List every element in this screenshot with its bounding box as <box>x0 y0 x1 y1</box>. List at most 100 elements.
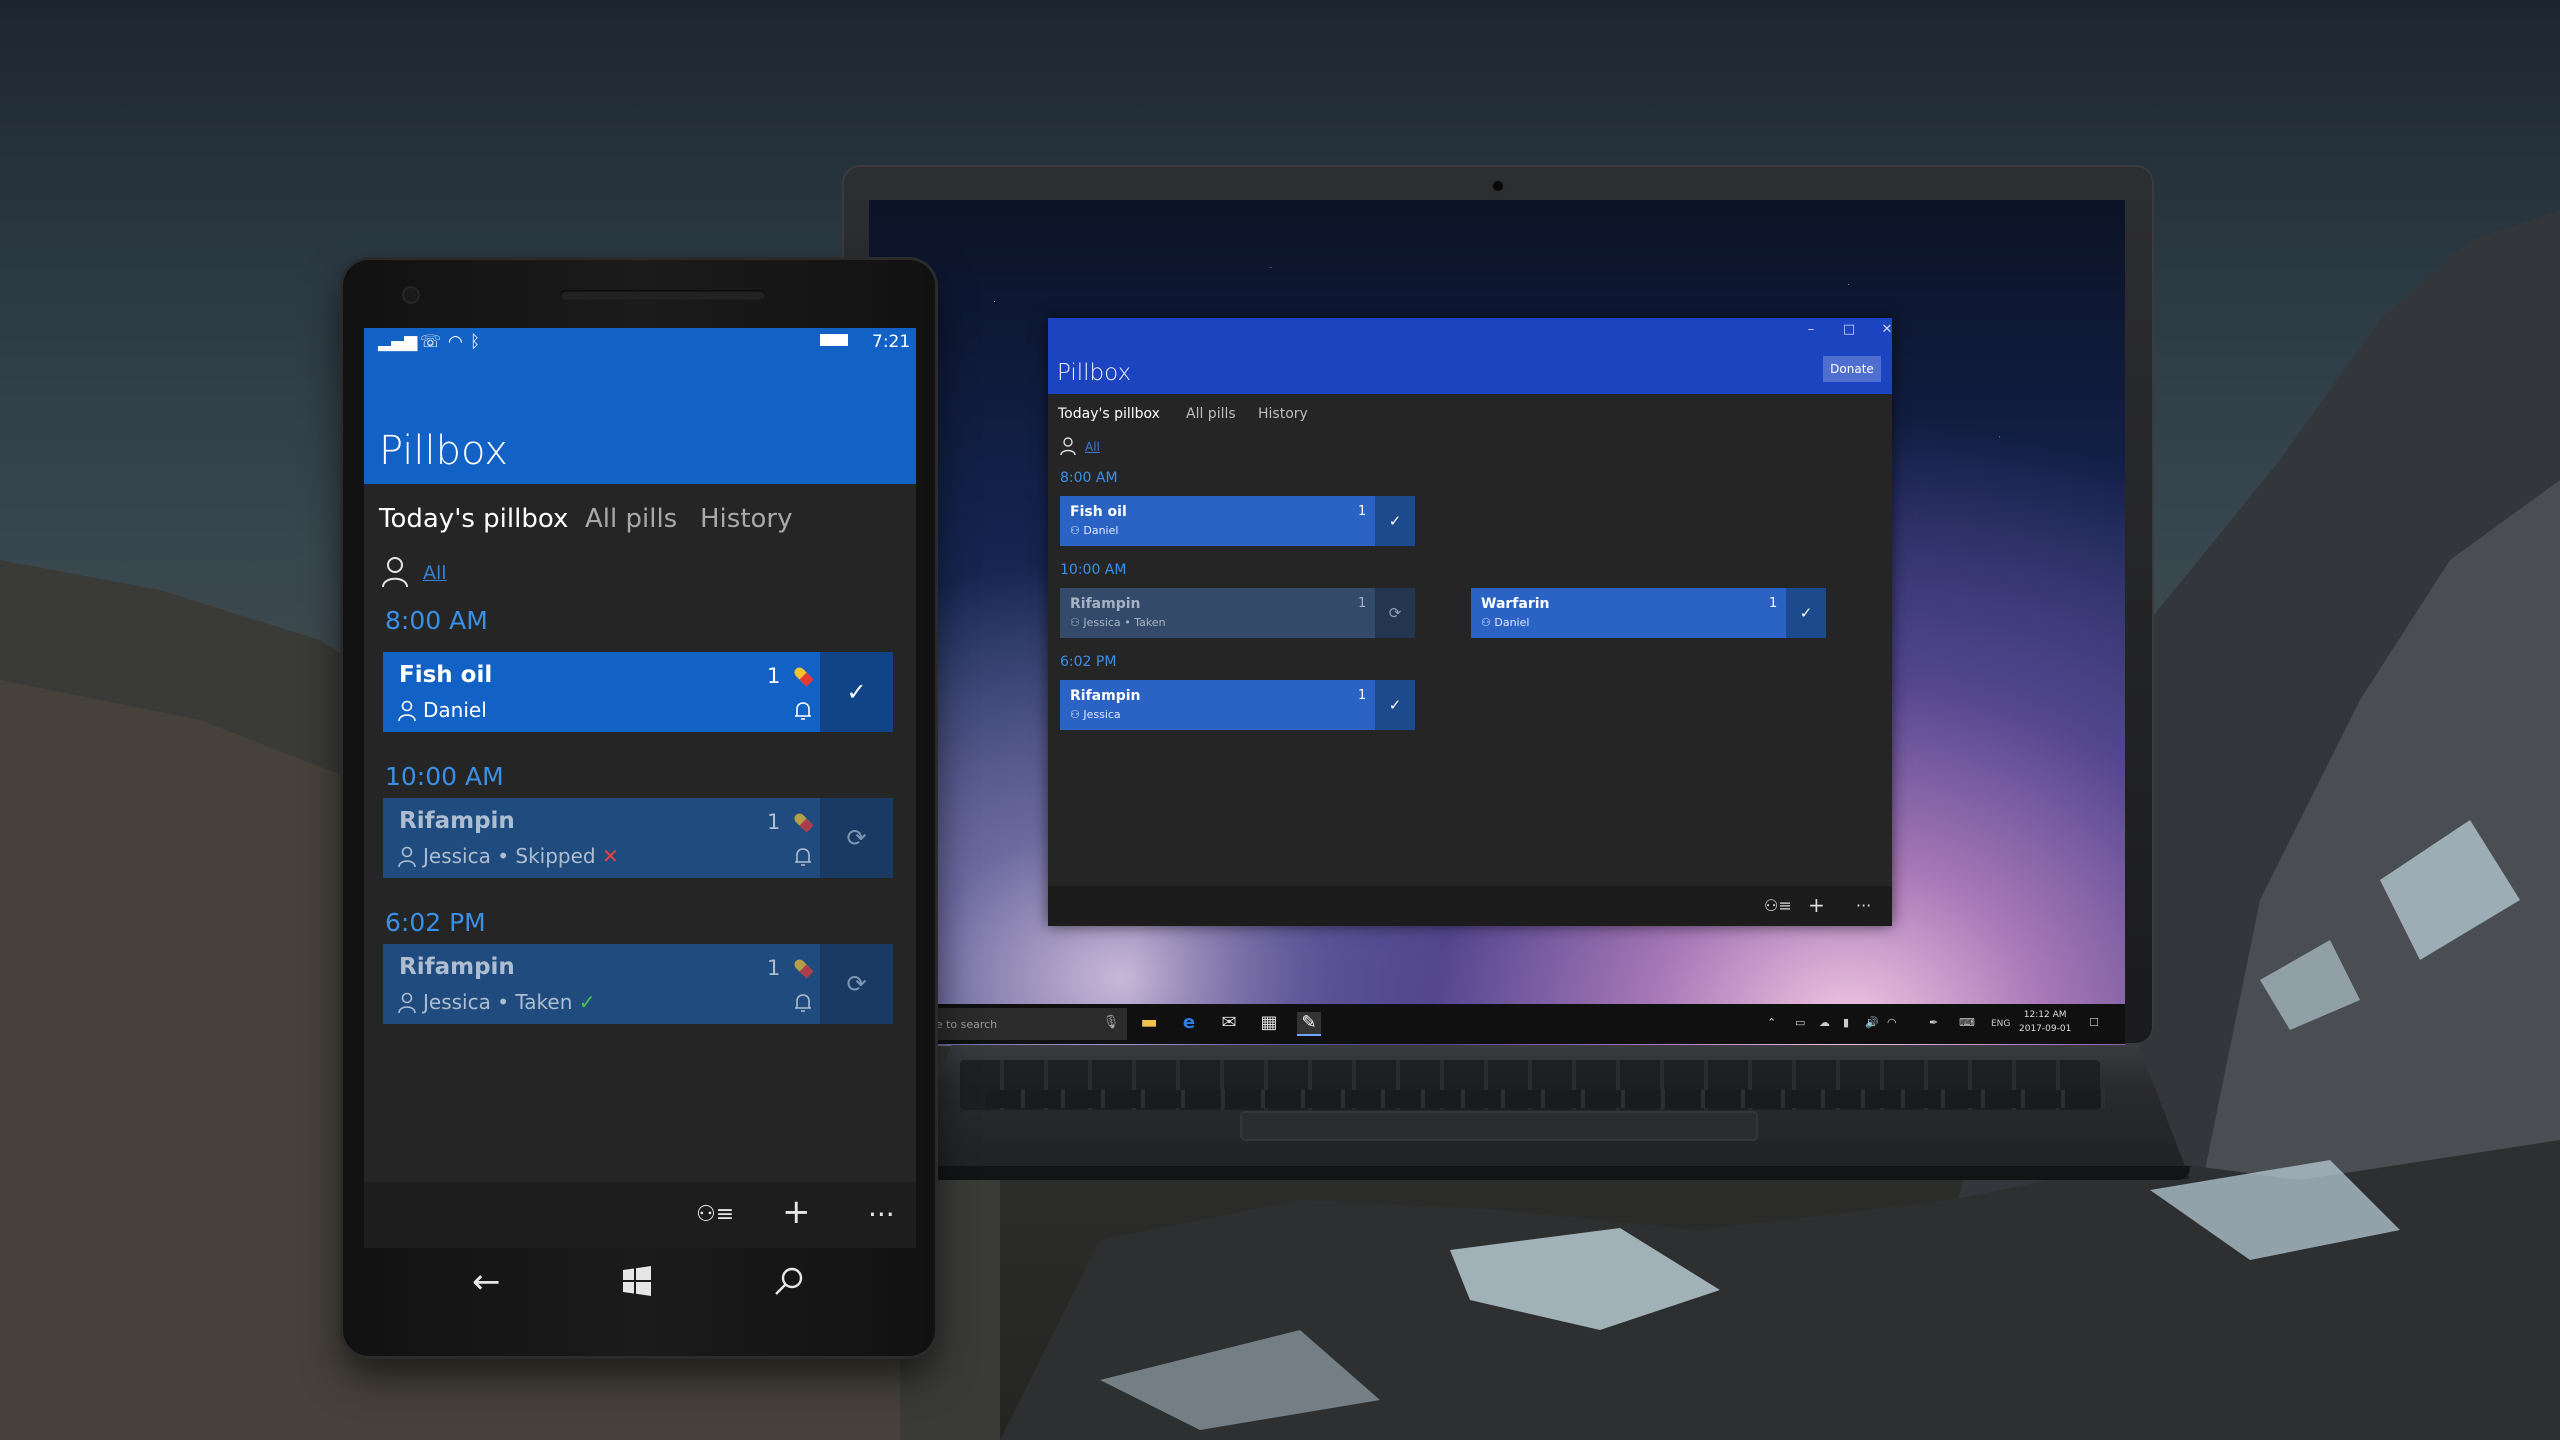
tab-history[interactable]: History <box>1258 406 1308 422</box>
refresh-icon[interactable]: ⟳ <box>820 798 893 878</box>
tab-todays-pillbox[interactable]: Today's pillbox <box>1058 406 1160 422</box>
bell-icon <box>795 848 811 866</box>
person-filter-icon <box>382 557 408 588</box>
more-icon[interactable]: ··· <box>1856 896 1871 915</box>
pill-name: Rifampin <box>1070 596 1141 612</box>
tablet-icon[interactable]: ▭ <box>1795 1016 1805 1029</box>
phone-app-bar: ⚇≡ + ··· <box>364 1182 916 1248</box>
pill-person: ⚇ Daniel <box>1070 524 1119 537</box>
signal-icon: ▂▄▆ <box>378 332 418 352</box>
action-center-icon[interactable]: ☐ <box>2089 1016 2099 1029</box>
wifi-calling-icon: ☏ <box>420 332 442 352</box>
window-app-bar: ⚇≡ + ··· <box>1048 886 1892 926</box>
pill-person: Jessica • Taken ✓ <box>423 990 596 1014</box>
checkmark-icon[interactable]: ✓ <box>1375 680 1415 730</box>
person-icon: ⚇ <box>1070 616 1084 629</box>
time-heading: 6:02 PM <box>1060 654 1117 670</box>
windows-taskbar: Type here to search 🎙 ▬ e ✉ ▦ ✎ ⌃ ▭ ☁ ▮ … <box>869 1004 2125 1044</box>
phone-camera <box>404 288 418 302</box>
window-titlebar: – □ ✕ Pillbox Donate <box>1048 318 1892 394</box>
pill-status: Taken <box>1134 616 1166 629</box>
people-filter-icon[interactable]: ⚇≡ <box>1764 896 1792 915</box>
more-icon[interactable]: ··· <box>868 1198 895 1231</box>
phone-header: ▂▄▆ ☏ ◠ ᛒ 7:21 Pillbox <box>364 328 916 484</box>
refresh-icon[interactable]: ⟳ <box>820 944 893 1024</box>
pen-icon[interactable]: ✒ <box>1929 1016 1938 1029</box>
pillbox-desktop-window: – □ ✕ Pillbox Donate Today's pillbox All… <box>1048 318 1892 926</box>
tab-all-pills[interactable]: All pills <box>1186 406 1236 422</box>
person-icon <box>398 992 416 1014</box>
minimize-icon[interactable]: – <box>1794 322 1828 337</box>
windows-icon[interactable] <box>622 1266 652 1296</box>
checkmark-icon[interactable]: ✓ <box>1375 496 1415 546</box>
edge-icon[interactable]: e <box>1177 1012 1201 1036</box>
pill-person: ⚇ Daniel <box>1481 616 1530 629</box>
file-explorer-icon[interactable]: ▬ <box>1137 1012 1161 1036</box>
checkmark-icon[interactable]: ✓ <box>820 652 893 732</box>
pill-person: Daniel <box>423 698 487 722</box>
person-icon <box>398 846 416 868</box>
pill-count: 1 <box>767 956 781 980</box>
tab-all-pills[interactable]: All pills <box>585 504 677 534</box>
phone-screen: ▂▄▆ ☏ ◠ ᛒ 7:21 Pillbox Today's pillbox A… <box>364 328 916 1248</box>
pill-count: 1 <box>767 664 781 688</box>
pill-name: Warfarin <box>1481 596 1550 612</box>
add-icon[interactable]: + <box>1808 893 1825 917</box>
volume-icon[interactable]: 🔊 <box>1865 1016 1879 1029</box>
pill-count: 1 <box>1769 596 1778 611</box>
onedrive-icon[interactable]: ☁ <box>1819 1016 1830 1029</box>
skipped-x-icon: ✕ <box>601 844 619 868</box>
pill-person: ⚇ Jessica • Taken <box>1070 616 1166 629</box>
maximize-icon[interactable]: □ <box>1832 322 1866 337</box>
phone-nav-bar: ← <box>364 1248 916 1328</box>
phone-app-title: Pillbox <box>379 428 508 474</box>
pill-count: 1 <box>1358 596 1367 611</box>
mail-icon[interactable]: ✉ <box>1217 1012 1241 1036</box>
taken-check-icon: ✓ <box>578 990 596 1014</box>
pill-name: Fish oil <box>399 662 493 688</box>
people-filter-icon[interactable]: ⚇≡ <box>696 1202 734 1227</box>
battery-icon[interactable]: ▮ <box>1843 1016 1849 1029</box>
bell-icon <box>795 994 811 1012</box>
add-icon[interactable]: + <box>782 1192 811 1232</box>
laptop-touchpad <box>1242 1113 1756 1139</box>
pill-count: 1 <box>767 810 781 834</box>
tab-todays-pillbox[interactable]: Today's pillbox <box>379 504 568 534</box>
filter-all-link[interactable]: All <box>423 562 447 584</box>
pill-icon <box>794 813 814 833</box>
donate-button[interactable]: Donate <box>1823 356 1881 382</box>
pill-card[interactable]: Fish oil Daniel 1 ✓ <box>383 652 893 732</box>
person-icon: ⚇ <box>1070 524 1084 537</box>
pill-count: 1 <box>1358 504 1367 519</box>
calendar-icon[interactable]: ▦ <box>1257 1012 1281 1036</box>
checkmark-icon[interactable]: ✓ <box>1786 588 1826 638</box>
search-icon[interactable] <box>774 1266 804 1296</box>
language-indicator[interactable]: ENG <box>1991 1019 2010 1029</box>
filter-all-link[interactable]: All <box>1085 440 1100 454</box>
pill-card[interactable]: Rifampin ⚇ Jessica • Taken 1 ⟳ <box>1060 588 1415 638</box>
chevron-up-icon[interactable]: ⌃ <box>1767 1016 1776 1029</box>
time-heading: 6:02 PM <box>385 908 486 937</box>
tab-history[interactable]: History <box>700 504 793 534</box>
microphone-icon[interactable]: 🎙 <box>1099 1015 1123 1039</box>
pill-icon <box>794 667 814 687</box>
pill-card[interactable]: Fish oil ⚇ Daniel 1 ✓ <box>1060 496 1415 546</box>
pill-person: ⚇ Jessica <box>1070 708 1121 721</box>
pill-status: Skipped <box>515 844 596 868</box>
time-heading: 10:00 AM <box>385 762 504 791</box>
pill-card[interactable]: Rifampin Jessica • Taken ✓ 1 ⟳ <box>383 944 893 1024</box>
person-icon <box>398 700 416 722</box>
taskbar-clock[interactable]: 12:12 AM 2017-09-01 <box>2019 1008 2071 1036</box>
pill-name: Fish oil <box>1070 504 1127 520</box>
pill-card[interactable]: Rifampin ⚇ Jessica 1 ✓ <box>1060 680 1415 730</box>
pill-card[interactable]: Rifampin Jessica • Skipped ✕ 1 ⟳ <box>383 798 893 878</box>
pill-card[interactable]: Warfarin ⚇ Daniel 1 ✓ <box>1471 588 1826 638</box>
pill-count: 1 <box>1358 688 1367 703</box>
back-icon[interactable]: ← <box>472 1262 501 1302</box>
network-icon[interactable]: ◠ <box>1887 1016 1897 1029</box>
pillbox-icon[interactable]: ✎ <box>1297 1012 1321 1036</box>
close-icon[interactable]: ✕ <box>1870 322 1904 337</box>
keyboard-icon[interactable]: ⌨ <box>1959 1016 1975 1029</box>
refresh-icon[interactable]: ⟳ <box>1375 588 1415 638</box>
pill-name: Rifampin <box>399 808 515 834</box>
